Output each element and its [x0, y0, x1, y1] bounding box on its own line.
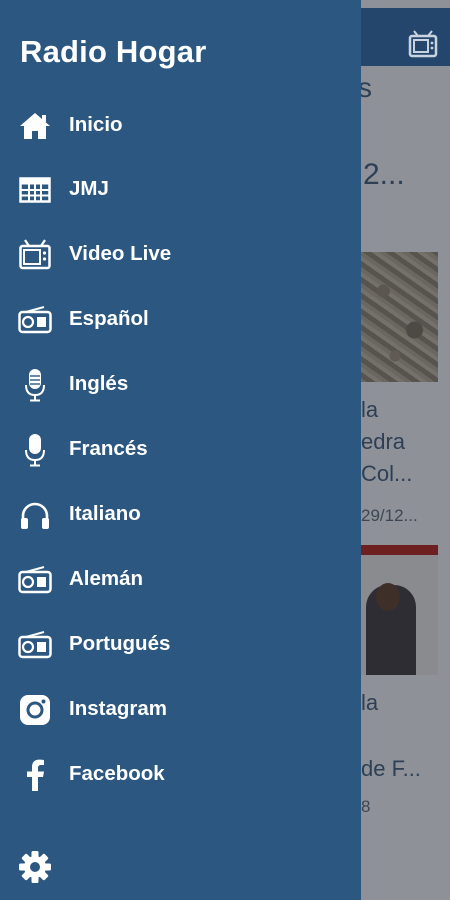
app-title: Radio Hogar [20, 34, 207, 69]
article-date: 29/12... [361, 506, 418, 525]
menu-item-label: Inglés [69, 372, 129, 395]
menu-item-label: Italiano [69, 502, 141, 525]
article-title-line: la [361, 397, 379, 422]
menu-item-ingles[interactable]: Inglés [0, 353, 361, 417]
menu-item-label: Instagram [69, 697, 167, 720]
article-thumbnail[interactable] [360, 545, 438, 675]
article-thumbnail[interactable] [360, 252, 438, 382]
radio-icon [18, 304, 52, 336]
menu-item-label: Francés [69, 437, 148, 460]
article-title-line: Col... [361, 461, 413, 486]
menu-item-italiano[interactable]: Italiano [0, 483, 361, 547]
article-date: 8 [361, 797, 371, 816]
tv-icon[interactable] [408, 30, 438, 60]
bg-heading-fragment: 2... [363, 158, 405, 191]
home-icon [18, 110, 52, 142]
menu-item-jmj[interactable]: JMJ [0, 158, 361, 222]
menu-item-label: Portugués [69, 632, 171, 655]
microphone-icon [18, 369, 52, 402]
menu-item-aleman[interactable]: Alemán [0, 548, 361, 612]
menu-item-instagram[interactable]: Instagram [0, 678, 361, 742]
menu-item-label: Alemán [69, 567, 144, 590]
article-title-line: edra [361, 429, 406, 454]
menu-item-espanol[interactable]: Español [0, 288, 361, 352]
gear-icon[interactable] [18, 850, 52, 884]
menu-item-frances[interactable]: Francés [0, 418, 361, 482]
headphones-icon [18, 499, 52, 531]
menu-item-label: Video Live [69, 242, 172, 265]
menu-item-label: JMJ [69, 177, 109, 200]
instagram-icon [18, 694, 52, 726]
radio-icon [18, 629, 52, 661]
article-title-line: de F... [361, 756, 421, 781]
menu-item-portugues[interactable]: Portugués [0, 613, 361, 677]
microphone-icon [18, 434, 52, 467]
menu-item-inicio[interactable]: Inicio [0, 94, 361, 158]
menu-item-label: Inicio [69, 113, 123, 136]
facebook-icon [18, 759, 52, 791]
radio-icon [18, 564, 52, 596]
menu-item-video-live[interactable]: Video Live [0, 223, 361, 287]
menu-item-label: Español [69, 307, 149, 330]
menu-item-label: Facebook [69, 762, 165, 785]
menu-item-facebook[interactable]: Facebook [0, 743, 361, 807]
grid-table-icon [18, 174, 52, 206]
article-title-line: la [361, 690, 379, 715]
tv-icon [18, 239, 52, 271]
navigation-drawer: Radio Hogar Inicio JMJ Video Live Españo… [0, 0, 361, 900]
